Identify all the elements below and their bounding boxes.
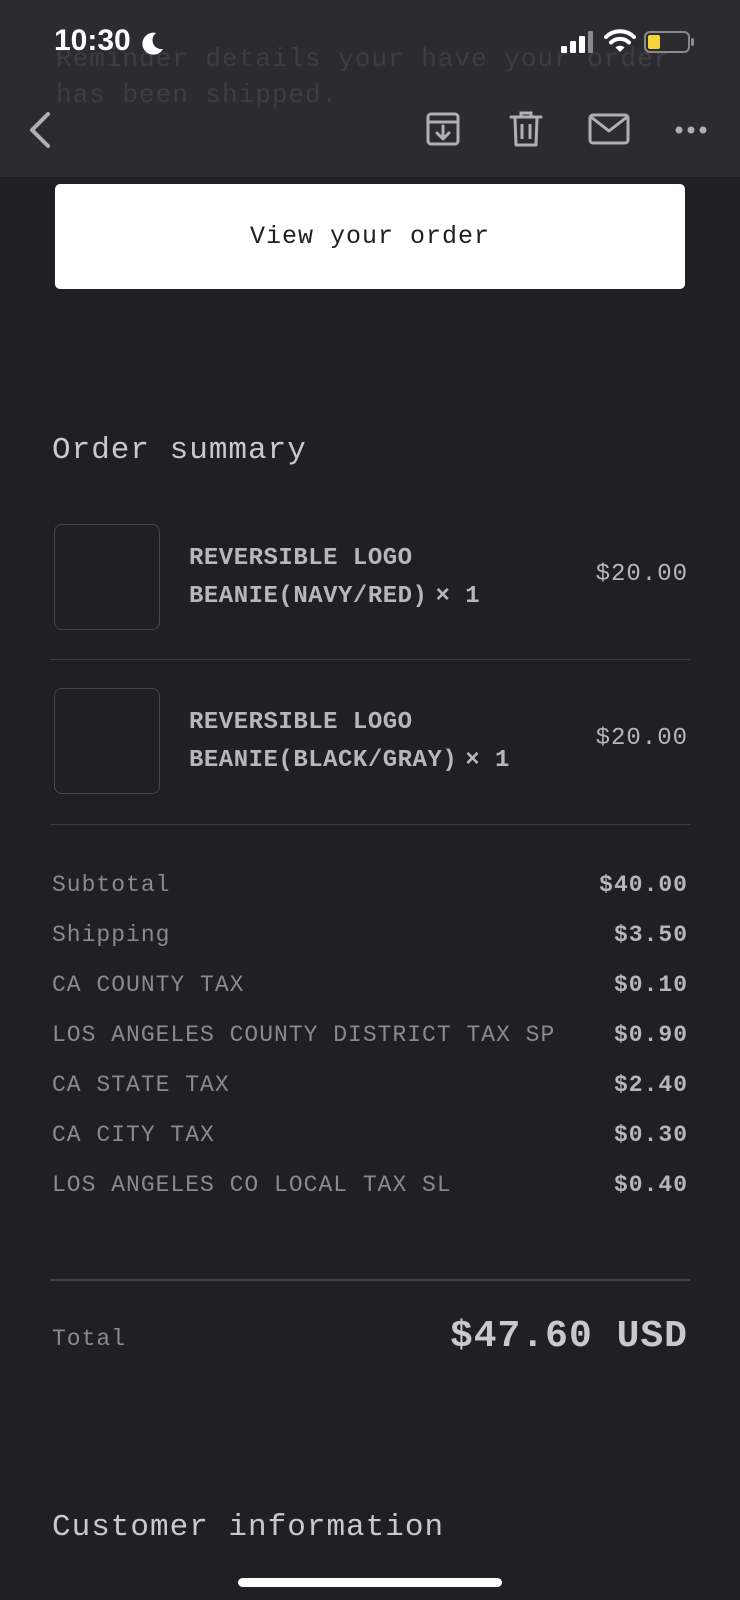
- divider: [50, 659, 690, 660]
- cost-label: CA CITY TAX: [52, 1122, 215, 1148]
- cost-label: Shipping: [52, 922, 171, 948]
- trash-icon[interactable]: [508, 110, 544, 148]
- divider: [50, 824, 690, 825]
- wifi-icon: [604, 29, 636, 52]
- archive-icon[interactable]: [424, 110, 462, 148]
- battery-icon: [644, 31, 694, 53]
- item-name: REVERSIBLE LOGO BEANIE(NAVY/RED) × 1: [189, 540, 599, 616]
- cost-row-ca-state-tax: CA STATE TAX $2.40: [52, 1068, 688, 1102]
- moon-icon: [142, 32, 163, 55]
- cost-row-la-district-tax: LOS ANGELES COUNTY DISTRICT TAX SP $0.90: [52, 1018, 688, 1052]
- cost-value: $0.40: [613, 1172, 688, 1198]
- order-item: REVERSIBLE LOGO BEANIE(BLACK/GRAY) × 1 $2…: [50, 680, 690, 820]
- item-quantity: × 1: [435, 583, 481, 610]
- mail-header: Reminder details your have your order ha…: [0, 0, 740, 178]
- item-quantity: × 1: [465, 747, 510, 774]
- cost-value: $0.10: [613, 972, 688, 998]
- cost-label: LOS ANGELES COUNTY DISTRICT TAX SP: [52, 1022, 556, 1048]
- order-summary-title: Order summary: [52, 433, 307, 468]
- total-divider: [50, 1279, 690, 1281]
- cost-label: CA STATE TAX: [52, 1072, 230, 1098]
- cost-value: $0.90: [613, 1022, 688, 1048]
- cost-value: $3.50: [613, 922, 688, 948]
- cost-value: $0.30: [613, 1122, 688, 1148]
- total-value: $47.60 USD: [449, 1315, 688, 1358]
- home-indicator[interactable]: [238, 1578, 502, 1587]
- cost-row-ca-county-tax: CA COUNTY TAX $0.10: [52, 968, 688, 1002]
- more-icon[interactable]: [674, 118, 708, 142]
- status-time: 10:30: [54, 24, 131, 57]
- mail-icon[interactable]: [588, 112, 630, 146]
- cost-label: CA COUNTY TAX: [52, 972, 245, 998]
- view-order-button[interactable]: View your order: [55, 184, 685, 289]
- cost-row-shipping: Shipping $3.50: [52, 918, 688, 952]
- cost-row-subtotal: Subtotal $40.00: [52, 868, 688, 902]
- cost-value: $2.40: [613, 1072, 688, 1098]
- cost-label: Subtotal: [52, 872, 171, 898]
- back-chevron-icon[interactable]: [22, 108, 58, 152]
- item-price: $20.00: [595, 725, 688, 752]
- cost-label: LOS ANGELES CO LOCAL TAX SL: [52, 1172, 452, 1198]
- cellular-signal-icon: [561, 31, 593, 53]
- item-title: REVERSIBLE LOGO BEANIE(NAVY/RED): [189, 545, 428, 610]
- product-thumbnail: [54, 688, 160, 794]
- cost-value: $40.00: [599, 872, 688, 898]
- scrolled-text-behind-header-2: has been shipped.: [56, 80, 339, 110]
- cost-row-la-local-tax: LOS ANGELES CO LOCAL TAX SL $0.40: [52, 1168, 688, 1202]
- customer-information-title: Customer information: [52, 1510, 445, 1545]
- total-label: Total: [52, 1326, 127, 1352]
- cost-breakdown: Subtotal $40.00 Shipping $3.50 CA COUNTY…: [52, 868, 688, 1218]
- item-title: REVERSIBLE LOGO BEANIE(BLACK/GRAY): [189, 709, 458, 774]
- order-item: REVERSIBLE LOGO BEANIE(NAVY/RED) × 1 $20.…: [50, 516, 690, 656]
- cost-row-ca-city-tax: CA CITY TAX $0.30: [52, 1118, 688, 1152]
- product-thumbnail: [54, 524, 160, 630]
- item-price: $20.00: [595, 561, 688, 588]
- item-name: REVERSIBLE LOGO BEANIE(BLACK/GRAY) × 1: [189, 704, 599, 780]
